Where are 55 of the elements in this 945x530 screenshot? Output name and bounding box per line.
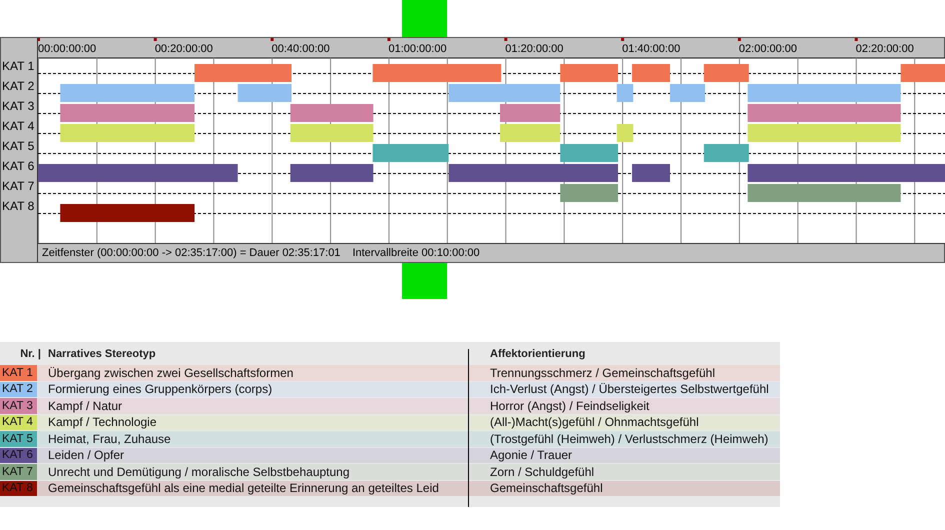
tick-mark <box>854 38 858 41</box>
row-label: KAT 6 <box>1 159 36 175</box>
interval-text: Intervallbreite 00:10:00:00 <box>352 247 480 259</box>
row-label: KAT 4 <box>1 119 36 135</box>
category-swatch: KAT 6 <box>0 448 37 463</box>
tick-mark <box>387 38 390 41</box>
stereotype-text: Gemeinschaftsgefühl als eine medial geteilte Erinnerung an geteiltes Leid <box>47 481 440 496</box>
tick-mark <box>738 38 741 41</box>
stereotype-text: Kampf / Technologie <box>47 415 158 430</box>
stereotype-text: Leiden / Opfer <box>47 448 126 462</box>
tick-label: 01:00:00:00 <box>388 43 447 55</box>
position-marker <box>402 0 447 37</box>
stereotype-text: Heimat, Frau, Zuhause <box>47 432 172 446</box>
affect-text: (Trostgefühl (Heimweh) / Verlustschmerz (Heimweh) <box>489 432 768 446</box>
affect-text: Agonie / Trauer <box>489 448 572 462</box>
row-label: KAT 5 <box>1 139 36 155</box>
tick-label: 02:20:00:00 <box>856 43 914 55</box>
tick-label: 00:20:00:00 <box>154 43 213 55</box>
stereotype-text: Unrecht und Demütigung / moralische Selbstbehauptung <box>47 464 351 479</box>
tick-label: 01:20:00:00 <box>505 43 564 55</box>
tick-mark <box>504 38 508 41</box>
time-window-text: Zeitfenster (00:00:00:00 -> 02:35:17:00) = Dauer 02:35:17:01 <box>42 247 340 259</box>
row-label: KAT 8 <box>1 199 36 215</box>
category-swatch: KAT 3 <box>0 398 37 414</box>
row-label: KAT 3 <box>1 99 36 115</box>
affect-text: Zorn / Schuldgefühl <box>489 464 594 479</box>
column-header: Affektorientierung <box>490 348 586 360</box>
tick-label: 00:40:00:00 <box>272 43 330 55</box>
affect-text: Ich-Verlust (Angst) / Übersteigertes Selbstwertgefühl <box>489 382 769 396</box>
row-label: KAT 7 <box>1 179 36 195</box>
category-swatch: KAT 2 <box>0 382 37 397</box>
category-swatch: KAT 8 <box>0 480 37 496</box>
stereotype-text: Kampf / Natur <box>47 398 124 413</box>
tick-mark <box>621 38 624 41</box>
row-label: KAT 1 <box>1 59 36 75</box>
row-label: KAT 2 <box>1 79 36 95</box>
affect-text: Trennungsschmerz / Gemeinschaftsgefühl <box>489 366 715 380</box>
affect-text: Gemeinschaftsgefühl <box>489 481 603 496</box>
column-header: Narratives Stereotyp <box>48 348 157 360</box>
category-swatch: KAT 5 <box>0 431 37 446</box>
tick-label: 01:40:00:00 <box>622 43 680 55</box>
affect-text: (All-)Macht(s)gefühl / Ohnmachtsgefühl <box>489 415 699 430</box>
stereotype-text: Übergang zwischen zwei Gesellschaftsformen <box>47 366 294 380</box>
tick-mark <box>270 38 274 41</box>
tick-mark <box>38 38 40 41</box>
column-header: Nr. | <box>19 348 41 360</box>
category-swatch: KAT 4 <box>0 414 37 430</box>
position-marker <box>402 263 447 299</box>
tick-label: 02:00:00:00 <box>738 43 798 55</box>
stereotype-text: Formierung eines Gruppenkörpers (corps) <box>47 382 274 396</box>
tick-mark <box>154 38 157 41</box>
tick-label: 00:00:00:00 <box>38 43 96 55</box>
affect-text: Horror (Angst) / Feindseligkeit <box>489 398 650 413</box>
category-swatch: KAT 1 <box>0 365 37 380</box>
category-swatch: KAT 7 <box>0 464 37 480</box>
